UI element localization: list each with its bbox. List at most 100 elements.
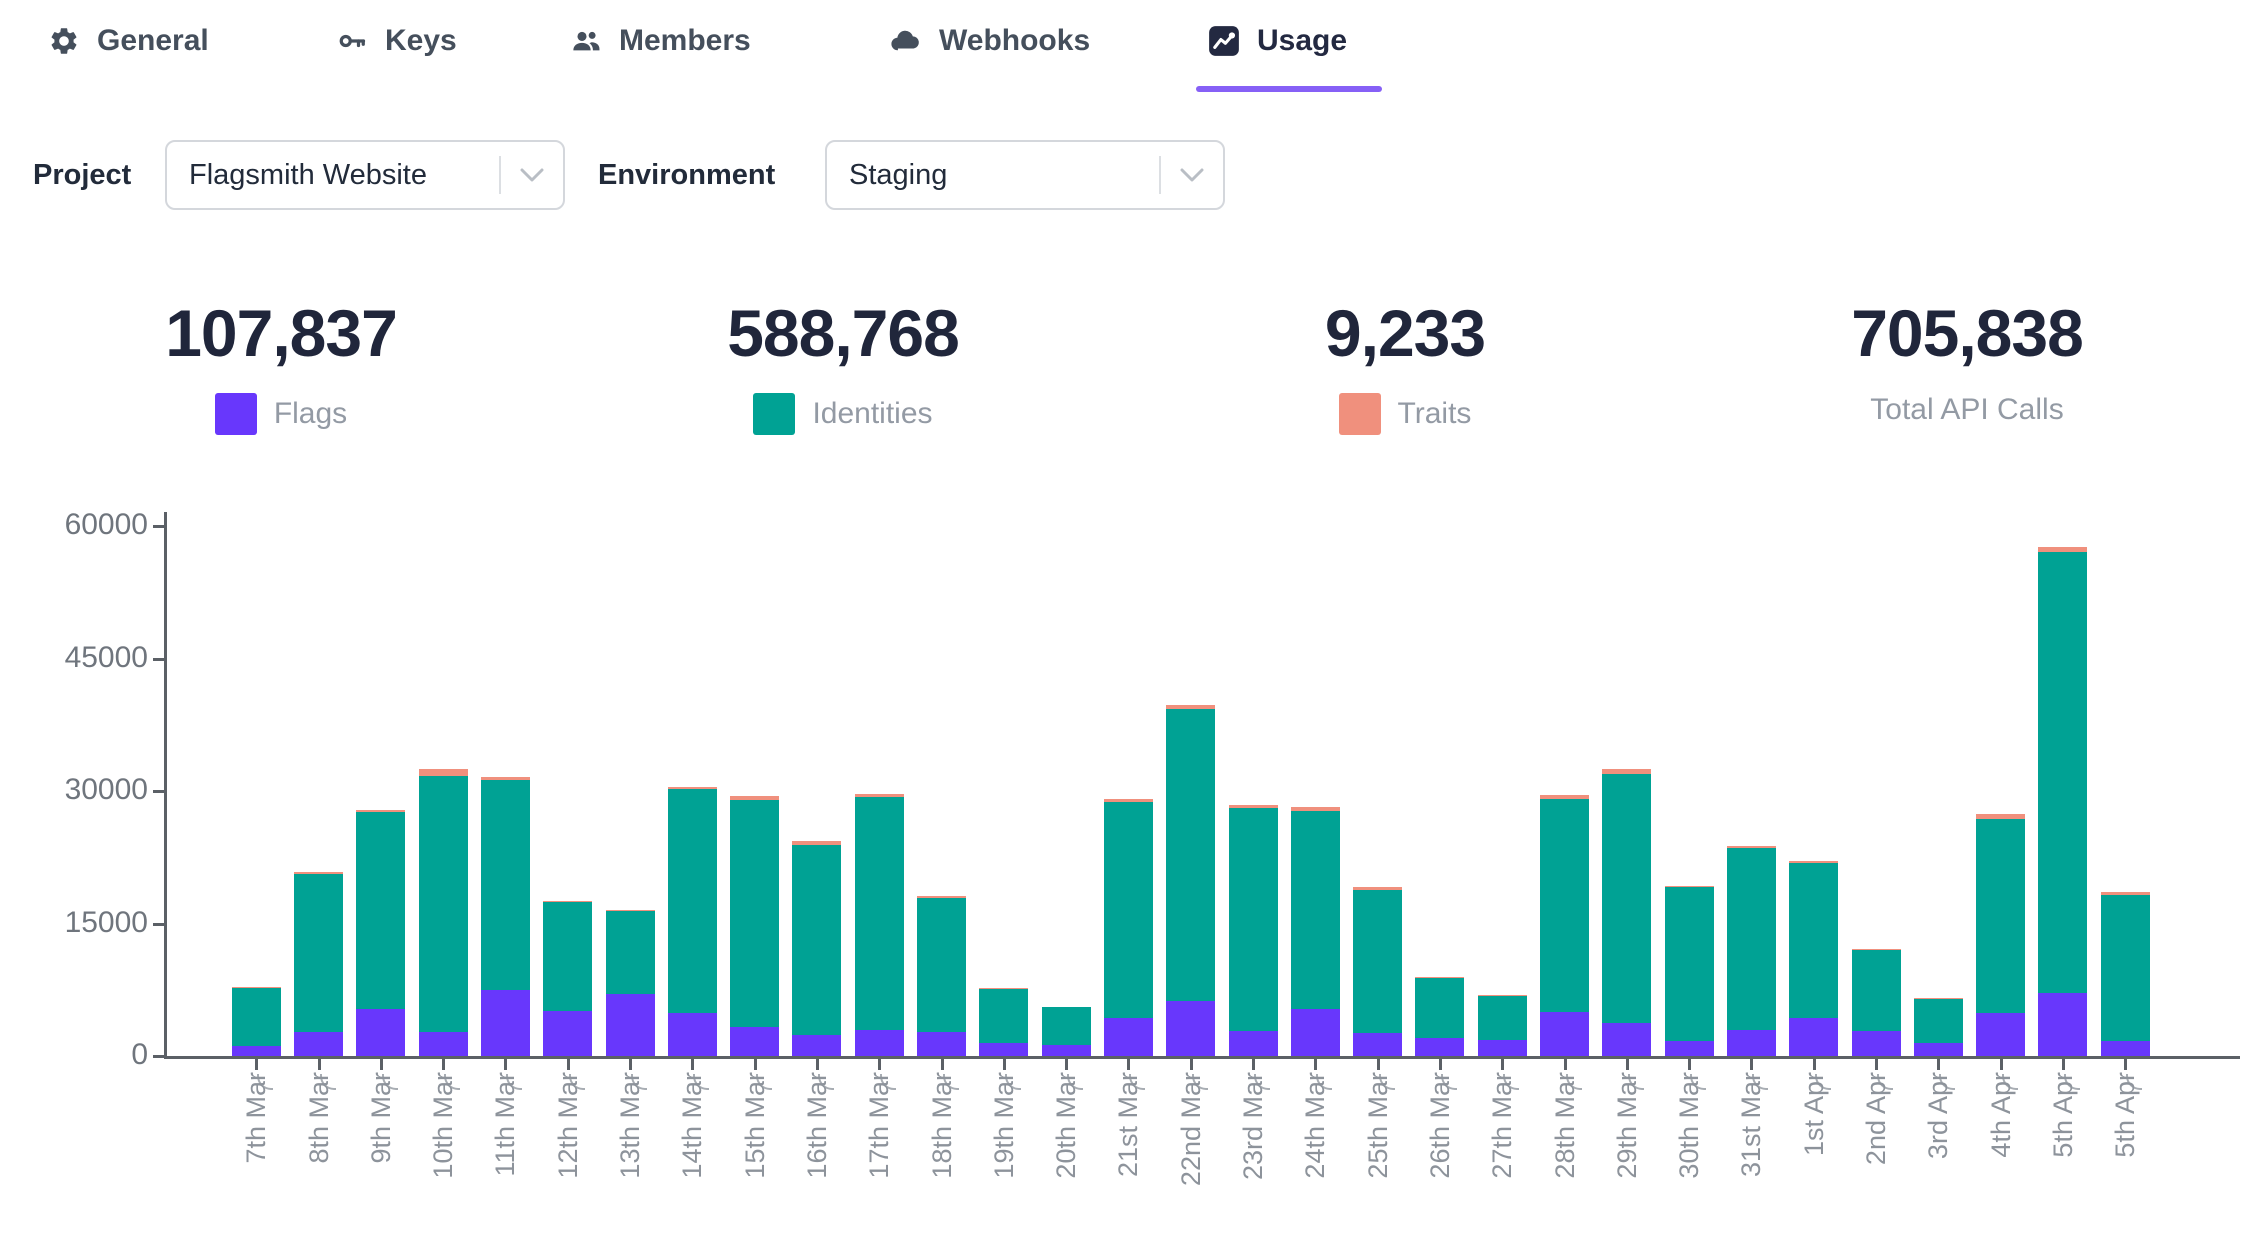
y-axis-tick-label: 30000 xyxy=(20,773,148,807)
x-axis-date-label: 27th Mar xyxy=(1487,1072,1517,1232)
bar-17th-mar[interactable] xyxy=(855,794,904,1056)
bar-31st-mar[interactable] xyxy=(1727,846,1776,1056)
x-axis-date-label: 16th Mar xyxy=(802,1072,832,1232)
bar-segment-flags xyxy=(1540,1012,1589,1056)
environment-select-value: Staging xyxy=(827,159,1159,192)
bar-2nd-apr[interactable] xyxy=(1852,949,1901,1056)
x-axis-tick xyxy=(754,1059,757,1070)
bar-1st-apr[interactable] xyxy=(1789,861,1838,1056)
bar-segment-identities xyxy=(855,797,904,1030)
bar-11th-mar[interactable] xyxy=(481,777,530,1056)
bar-3rd-apr[interactable] xyxy=(1914,998,1963,1056)
bar-19th-mar[interactable] xyxy=(979,988,1028,1056)
bar-segment-identities xyxy=(1789,863,1838,1018)
x-axis-tick xyxy=(1127,1059,1130,1070)
bar-23rd-mar[interactable] xyxy=(1229,805,1278,1056)
bar-14th-mar[interactable] xyxy=(668,787,717,1056)
bar-27th-mar[interactable] xyxy=(1478,995,1527,1056)
flags-legend: Flags xyxy=(0,393,562,435)
x-axis-date-label: 28th Mar xyxy=(1550,1072,1580,1232)
bar-segment-identities xyxy=(1353,890,1402,1033)
y-axis-tick xyxy=(153,658,164,661)
bar-segment-identities xyxy=(2101,895,2150,1041)
bar-4th-apr[interactable] xyxy=(1976,814,2025,1056)
bar-30th-mar[interactable] xyxy=(1665,886,1714,1056)
bar-segment-flags xyxy=(1478,1040,1527,1056)
y-axis-tick xyxy=(153,1055,164,1058)
bar-24th-mar[interactable] xyxy=(1291,807,1340,1056)
environment-select[interactable]: Staging xyxy=(825,140,1225,210)
identities-total: 588,768 xyxy=(562,295,1124,371)
x-axis-date-label: 22nd Mar xyxy=(1176,1072,1206,1232)
bar-25th-mar[interactable] xyxy=(1353,887,1402,1056)
active-tab-underline xyxy=(1196,86,1382,92)
x-axis-tick xyxy=(1501,1059,1504,1070)
bar-5th-apr[interactable] xyxy=(2101,892,2150,1056)
bar-20th-mar[interactable] xyxy=(1042,1007,1091,1056)
bar-segment-identities xyxy=(1478,996,1527,1040)
bar-21st-mar[interactable] xyxy=(1104,799,1153,1056)
bar-10th-mar[interactable] xyxy=(419,769,468,1056)
bar-segment-flags xyxy=(1291,1009,1340,1056)
bar-segment-flags xyxy=(1229,1031,1278,1056)
x-axis-tick xyxy=(567,1059,570,1070)
project-select[interactable]: Flagsmith Website xyxy=(165,140,565,210)
y-axis-tick xyxy=(153,790,164,793)
bar-segment-identities xyxy=(1104,802,1153,1018)
bar-segment-flags xyxy=(356,1009,405,1056)
bar-segment-flags xyxy=(1166,1001,1215,1056)
bar-segment-flags xyxy=(1914,1043,1963,1056)
bar-segment-identities xyxy=(606,911,655,994)
tab-usage[interactable]: Usage xyxy=(1206,16,1347,66)
bar-segment-flags xyxy=(1602,1023,1651,1056)
bar-segment-identities xyxy=(481,780,530,990)
bar-segment-flags xyxy=(792,1035,841,1056)
tab-members[interactable]: Members xyxy=(568,16,751,66)
tab-general[interactable]: General xyxy=(46,16,209,66)
bar-22nd-mar[interactable] xyxy=(1166,705,1215,1056)
tab-webhooks[interactable]: Webhooks xyxy=(888,16,1090,66)
bar-segment-identities xyxy=(730,800,779,1027)
bar-7th-mar[interactable] xyxy=(232,987,281,1056)
chart-icon xyxy=(1206,23,1242,59)
bar-15th-mar[interactable] xyxy=(730,796,779,1056)
bar-13th-mar[interactable] xyxy=(606,910,655,1056)
members-icon xyxy=(568,23,604,59)
x-axis-date-label: 31st Mar xyxy=(1736,1072,1766,1232)
bar-segment-identities xyxy=(1976,819,2025,1013)
bar-segment-identities xyxy=(792,845,841,1035)
bar-segment-identities xyxy=(1852,950,1901,1031)
bar-26th-mar[interactable] xyxy=(1415,977,1464,1056)
traits-legend: Traits xyxy=(1124,393,1686,435)
x-axis-date-label: 2nd Apr xyxy=(1861,1072,1891,1232)
bar-29th-mar[interactable] xyxy=(1602,769,1651,1056)
x-axis-tick xyxy=(2000,1059,2003,1070)
x-axis-tick xyxy=(1003,1059,1006,1070)
bar-18th-mar[interactable] xyxy=(917,896,966,1056)
bar-9th-mar[interactable] xyxy=(356,810,405,1056)
bar-segment-identities xyxy=(917,898,966,1032)
bar-segment-flags xyxy=(1727,1030,1776,1056)
x-axis-date-label: 23rd Mar xyxy=(1238,1072,1268,1232)
y-axis-tick-label: 15000 xyxy=(20,906,148,940)
x-axis-date-label: 18th Mar xyxy=(927,1072,957,1232)
x-axis-date-label: 25th Mar xyxy=(1363,1072,1393,1232)
x-axis-tick xyxy=(629,1059,632,1070)
bar-5th-apr[interactable] xyxy=(2038,547,2087,1056)
x-axis-date-label: 5th Apr xyxy=(2048,1072,2078,1232)
x-axis-date-label: 5th Apr xyxy=(2110,1072,2140,1232)
stat-identities: 588,768 Identities xyxy=(562,295,1124,435)
bar-8th-mar[interactable] xyxy=(294,872,343,1056)
bar-segment-identities xyxy=(294,874,343,1032)
bar-16th-mar[interactable] xyxy=(792,841,841,1056)
tab-keys[interactable]: Keys xyxy=(334,16,457,66)
bar-segment-flags xyxy=(2101,1041,2150,1056)
x-axis-tick xyxy=(318,1059,321,1070)
total-api-calls-value: 705,838 xyxy=(1686,295,2248,371)
x-axis-date-label: 26th Mar xyxy=(1425,1072,1455,1232)
x-axis-date-label: 13th Mar xyxy=(615,1072,645,1232)
tab-webhooks-label: Webhooks xyxy=(939,24,1090,58)
bar-12th-mar[interactable] xyxy=(543,901,592,1056)
bar-segment-flags xyxy=(1976,1013,2025,1056)
bar-28th-mar[interactable] xyxy=(1540,795,1589,1056)
